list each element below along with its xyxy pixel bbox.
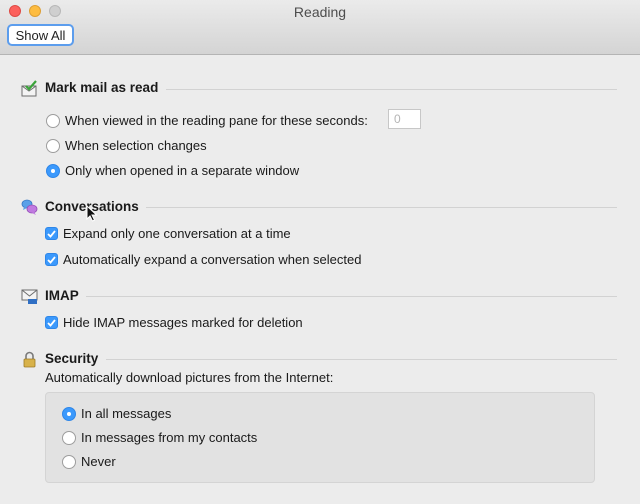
- selection-changes-option[interactable]: When selection changes: [46, 138, 207, 153]
- speech-bubbles-icon: [21, 199, 38, 216]
- never-option[interactable]: Never: [62, 454, 116, 469]
- separate-window-option[interactable]: Only when opened in a separate window: [46, 163, 299, 178]
- section-divider: [86, 296, 617, 297]
- never-label: Never: [81, 454, 116, 469]
- all-messages-radio[interactable]: [62, 406, 76, 421]
- window-titlebar: Reading Show All: [0, 0, 640, 55]
- all-messages-label: In all messages: [81, 406, 172, 421]
- envelope-check-icon: [21, 80, 38, 97]
- mouse-cursor-icon: [86, 204, 98, 222]
- hide-deleted-label: Hide IMAP messages marked for deletion: [63, 315, 303, 330]
- auto-expand-label: Automatically expand a conversation when…: [63, 252, 362, 267]
- separate-window-radio[interactable]: [46, 163, 60, 178]
- security-section-title: Security: [45, 351, 99, 366]
- padlock-icon: [21, 351, 38, 368]
- download-pictures-label: Automatically download pictures from the…: [45, 370, 334, 385]
- hide-deleted-checkbox[interactable]: [45, 316, 58, 329]
- selection-changes-label: When selection changes: [65, 138, 207, 153]
- imap-envelope-icon: [21, 288, 38, 305]
- imap-section-title: IMAP: [45, 288, 79, 303]
- expand-one-option[interactable]: Expand only one conversation at a time: [45, 226, 291, 241]
- window-title: Reading: [293, 4, 347, 20]
- expand-one-label: Expand only one conversation at a time: [63, 226, 291, 241]
- never-radio[interactable]: [62, 454, 76, 469]
- separate-window-label: Only when opened in a separate window: [65, 163, 300, 178]
- contacts-radio[interactable]: [62, 430, 76, 445]
- show-all-button[interactable]: Show All: [7, 24, 74, 46]
- contacts-label: In messages from my contacts: [81, 430, 258, 445]
- reading-pane-radio[interactable]: [46, 113, 60, 128]
- seconds-input[interactable]: [388, 109, 421, 129]
- expand-one-checkbox[interactable]: [45, 227, 58, 240]
- section-divider: [106, 359, 617, 360]
- reading-pane-option[interactable]: When viewed in the reading pane for thes…: [46, 113, 368, 128]
- auto-expand-checkbox[interactable]: [45, 253, 58, 266]
- section-divider: [166, 89, 617, 90]
- contacts-option[interactable]: In messages from my contacts: [62, 430, 257, 445]
- section-divider: [146, 207, 617, 208]
- mark-read-section-title: Mark mail as read: [45, 80, 159, 95]
- reading-pane-label: When viewed in the reading pane for thes…: [65, 113, 368, 128]
- hide-deleted-option[interactable]: Hide IMAP messages marked for deletion: [45, 315, 303, 330]
- all-messages-option[interactable]: In all messages: [62, 406, 171, 421]
- selection-changes-radio[interactable]: [46, 138, 60, 153]
- auto-expand-option[interactable]: Automatically expand a conversation when…: [45, 252, 361, 267]
